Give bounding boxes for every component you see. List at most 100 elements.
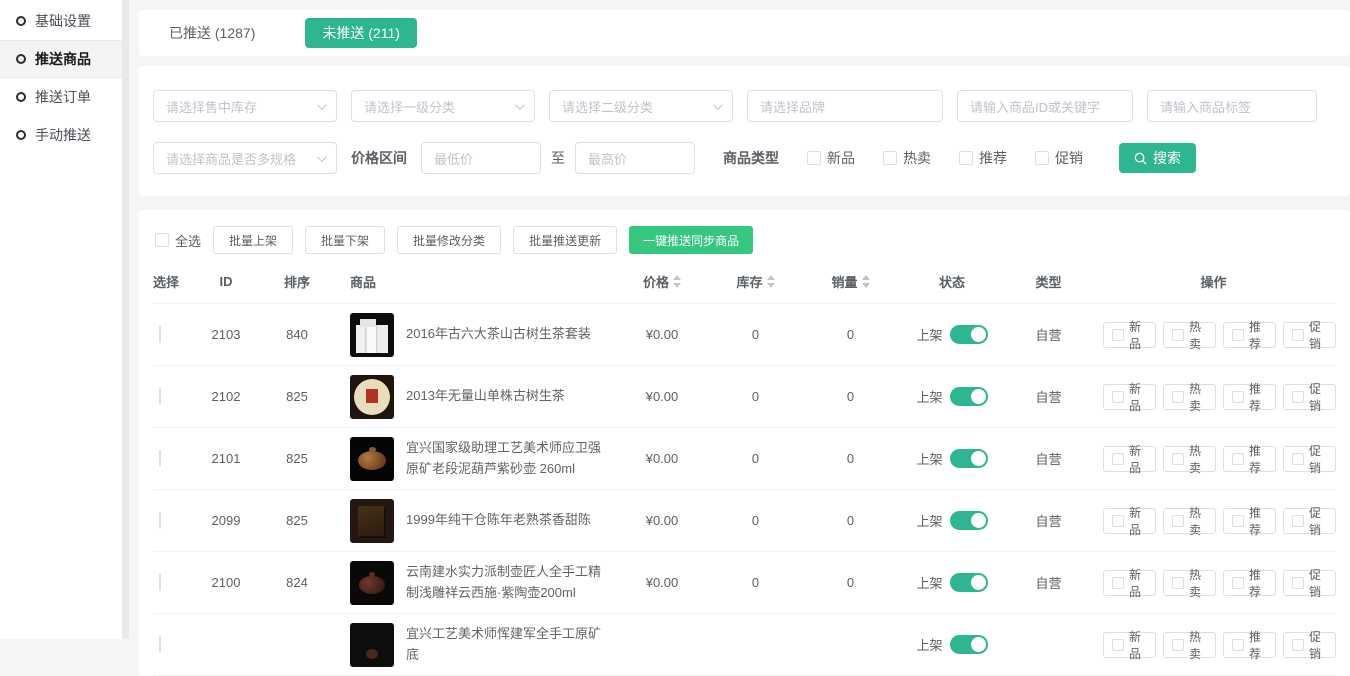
checkbox-icon[interactable] [1172, 391, 1184, 403]
action-hot-button[interactable]: 热卖 [1163, 322, 1216, 348]
checkbox-icon[interactable] [1112, 391, 1124, 403]
action-new-button[interactable]: 新品 [1103, 384, 1156, 410]
product-title[interactable]: 云南建水实力派制壶匠人全手工精制浅雕祥云西施·紫陶壶200ml [406, 562, 612, 602]
product-thumbnail[interactable] [350, 561, 394, 605]
checkbox-icon[interactable] [1232, 329, 1244, 341]
action-recommend-button[interactable]: 推荐 [1223, 384, 1276, 410]
product-thumbnail[interactable] [350, 313, 394, 357]
checkbox-icon[interactable] [1172, 515, 1184, 527]
action-new-button[interactable]: 新品 [1103, 570, 1156, 596]
checkbox-icon[interactable] [1112, 329, 1124, 341]
select-all-checkbox[interactable]: 全选 [155, 231, 201, 250]
product-type-checkbox[interactable]: 促销 [1035, 148, 1083, 168]
checkbox-icon[interactable] [1292, 639, 1304, 651]
action-hot-button[interactable]: 热卖 [1163, 570, 1216, 596]
action-promo-button[interactable]: 促销 [1283, 446, 1336, 472]
row-checkbox[interactable] [159, 512, 161, 529]
category-level2-select[interactable]: 请选择二级分类 [549, 90, 733, 122]
product-thumbnail[interactable] [350, 623, 394, 667]
checkbox-icon[interactable] [807, 151, 821, 165]
push-sync-button[interactable]: 一键推送同步商品 [629, 226, 753, 254]
product-title[interactable]: 2016年古六大茶山古树生茶套装 [406, 324, 591, 344]
checkbox-icon[interactable] [1292, 515, 1304, 527]
keyword-input[interactable]: 请输入商品ID或关键字 [957, 90, 1133, 122]
action-new-button[interactable]: 新品 [1103, 446, 1156, 472]
action-new-button[interactable]: 新品 [1103, 632, 1156, 658]
checkbox-icon[interactable] [1172, 639, 1184, 651]
checkbox-icon[interactable] [1112, 453, 1124, 465]
action-hot-button[interactable]: 热卖 [1163, 632, 1216, 658]
brand-input[interactable]: 请选择品牌 [747, 90, 943, 122]
action-new-button[interactable]: 新品 [1103, 508, 1156, 534]
checkbox-icon[interactable] [155, 233, 169, 247]
multi-spec-select[interactable]: 请选择商品是否多规格 [153, 142, 337, 174]
action-new-button[interactable]: 新品 [1103, 322, 1156, 348]
product-title[interactable]: 2013年无量山单株古树生茶 [406, 386, 565, 406]
action-promo-button[interactable]: 促销 [1283, 632, 1336, 658]
bulk-action-button[interactable]: 批量修改分类 [397, 226, 501, 254]
checkbox-icon[interactable] [1232, 577, 1244, 589]
tag-input[interactable]: 请输入商品标签 [1147, 90, 1317, 122]
bulk-action-button[interactable]: 批量上架 [213, 226, 293, 254]
sidebar-item[interactable]: 手动推送 [0, 116, 122, 154]
checkbox-icon[interactable] [1292, 453, 1304, 465]
checkbox-icon[interactable] [1172, 577, 1184, 589]
checkbox-icon[interactable] [1292, 329, 1304, 341]
row-checkbox[interactable] [159, 388, 161, 405]
bulk-action-button[interactable]: 批量下架 [305, 226, 385, 254]
status-toggle[interactable] [950, 573, 988, 592]
action-recommend-button[interactable]: 推荐 [1223, 446, 1276, 472]
product-thumbnail[interactable] [350, 437, 394, 481]
product-title[interactable]: 宜兴国家级助理工艺美术师应卫强原矿老段泥葫芦紫砂壶 260ml [406, 438, 612, 478]
search-button[interactable]: 搜索 [1119, 143, 1196, 173]
sidebar-item[interactable]: 推送订单 [0, 78, 122, 116]
checkbox-icon[interactable] [959, 151, 973, 165]
status-toggle[interactable] [950, 511, 988, 530]
action-promo-button[interactable]: 促销 [1283, 508, 1336, 534]
tab-pushed[interactable]: 已推送 (1287) [169, 23, 255, 43]
checkbox-icon[interactable] [1232, 391, 1244, 403]
checkbox-icon[interactable] [1035, 151, 1049, 165]
checkbox-icon[interactable] [1172, 329, 1184, 341]
stock-status-select[interactable]: 请选择售中库存 [153, 90, 337, 122]
checkbox-icon[interactable] [1172, 453, 1184, 465]
status-toggle[interactable] [950, 635, 988, 654]
row-checkbox[interactable] [159, 450, 161, 467]
action-recommend-button[interactable]: 推荐 [1223, 570, 1276, 596]
checkbox-icon[interactable] [1112, 639, 1124, 651]
action-hot-button[interactable]: 热卖 [1163, 446, 1216, 472]
product-thumbnail[interactable] [350, 375, 394, 419]
checkbox-icon[interactable] [1292, 391, 1304, 403]
bulk-action-button[interactable]: 批量推送更新 [513, 226, 617, 254]
action-recommend-button[interactable]: 推荐 [1223, 322, 1276, 348]
action-promo-button[interactable]: 促销 [1283, 322, 1336, 348]
row-checkbox[interactable] [159, 326, 161, 343]
action-hot-button[interactable]: 热卖 [1163, 384, 1216, 410]
action-promo-button[interactable]: 促销 [1283, 570, 1336, 596]
product-type-checkbox[interactable]: 新品 [807, 148, 855, 168]
status-toggle[interactable] [950, 387, 988, 406]
checkbox-icon[interactable] [1112, 577, 1124, 589]
product-thumbnail[interactable] [350, 499, 394, 543]
action-hot-button[interactable]: 热卖 [1163, 508, 1216, 534]
checkbox-icon[interactable] [1232, 453, 1244, 465]
sidebar-item[interactable]: 推送商品 [0, 40, 122, 78]
sort-carets-icon[interactable] [673, 275, 681, 288]
tab-unpushed[interactable]: 未推送 (211) [305, 18, 417, 48]
sidebar-scrollbar[interactable] [122, 0, 129, 639]
checkbox-icon[interactable] [883, 151, 897, 165]
product-type-checkbox[interactable]: 热卖 [883, 148, 931, 168]
sidebar-item[interactable]: 基础设置 [0, 2, 122, 40]
status-toggle[interactable] [950, 449, 988, 468]
product-title[interactable]: 宜兴工艺美术师恽建军全手工原矿底 [406, 624, 612, 664]
action-recommend-button[interactable]: 推荐 [1223, 508, 1276, 534]
price-min-input[interactable]: 最低价 [421, 142, 541, 174]
product-title[interactable]: 1999年纯干仓陈年老熟茶香甜陈 [406, 510, 591, 530]
sort-carets-icon[interactable] [862, 275, 870, 288]
status-toggle[interactable] [950, 325, 988, 344]
checkbox-icon[interactable] [1232, 515, 1244, 527]
action-promo-button[interactable]: 促销 [1283, 384, 1336, 410]
row-checkbox[interactable] [159, 574, 161, 591]
checkbox-icon[interactable] [1112, 515, 1124, 527]
action-recommend-button[interactable]: 推荐 [1223, 632, 1276, 658]
